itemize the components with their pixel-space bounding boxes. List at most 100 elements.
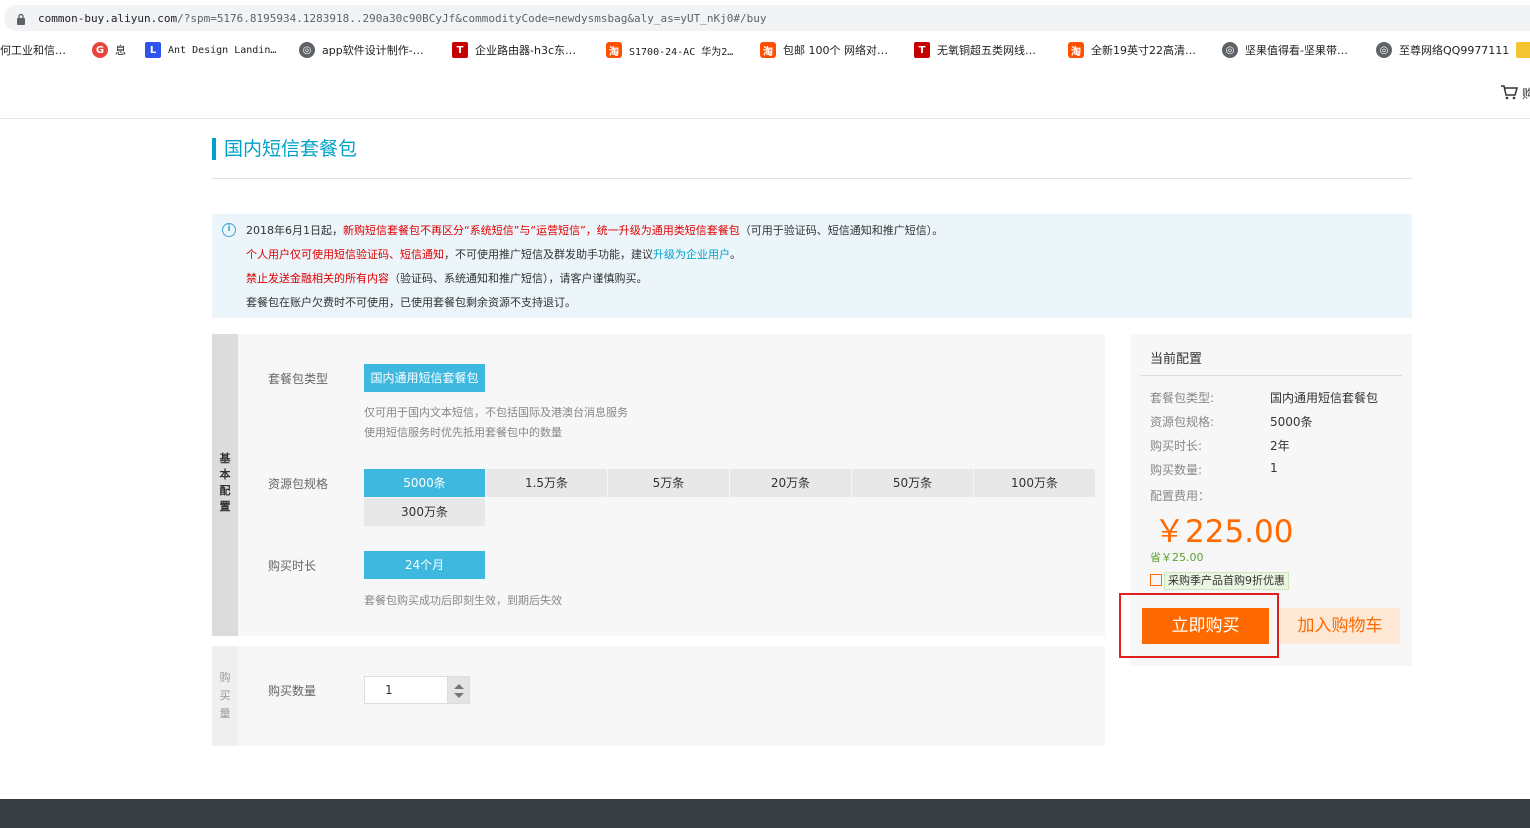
highlight-annotation (1119, 593, 1279, 658)
stepper-up-icon[interactable] (454, 684, 464, 689)
price-total: ￥225.00 (1154, 514, 1294, 550)
notice-highlight: 个人用户仅可使用短信验证码、短信通知 (246, 248, 444, 261)
stepper-down-icon[interactable] (454, 693, 464, 698)
bookmark-item[interactable]: ◎ app软件设计制作-… (299, 40, 424, 60)
spec-label: 资源包规格 (268, 477, 329, 491)
tmall-icon: T (452, 42, 468, 58)
folder-icon (1516, 42, 1530, 58)
summary-key: 购买时长: (1150, 439, 1203, 453)
bookmark-item[interactable]: ◎ 坚果值得看-坚果带… (1222, 40, 1348, 60)
spec-option-50k[interactable]: 5万条 (608, 469, 729, 497)
site-footer (0, 799, 1530, 828)
circle-g-icon: G (92, 42, 108, 58)
package-type-hint-1: 仅可用于国内文本短信，不包括国际及港澳台消息服务 (364, 406, 628, 419)
summary-title: 当前配置 (1150, 352, 1203, 367)
bookmark-item[interactable]: ◎ 至尊网络QQ9977111 (1376, 40, 1509, 60)
notice-line-2: 个人用户仅可使用短信验证码、短信通知，不可使用推广短信及群发助手功能，建议升级为… (246, 246, 741, 262)
url-path: /?spm=5176.8195934.1283918..290a30c90BCy… (177, 12, 767, 25)
bookmark-label: 至尊网络QQ9977111 (1399, 44, 1510, 57)
add-to-cart-button[interactable]: 加入购物车 (1280, 608, 1400, 644)
duration-option-24m[interactable]: 24个月 (364, 551, 485, 579)
spec-option-5000[interactable]: 5000条 (364, 469, 485, 497)
title-divider (212, 178, 1412, 179)
basic-config-tab: 基 本 配 置 (212, 334, 238, 636)
globe-icon: ◎ (1222, 42, 1238, 58)
summary-value: 2年 (1270, 439, 1290, 453)
url-host: common-buy.aliyun.com (38, 12, 178, 25)
cart-icon[interactable] (1500, 84, 1518, 100)
notice-text: （可用于验证码、短信通知和推广短信）。 (739, 224, 944, 237)
promo-badge: 采购季产品首购9折优惠 (1164, 572, 1289, 590)
bookmark-item[interactable]: G 息 (92, 40, 126, 60)
upgrade-enterprise-link[interactable]: 升级为企业用户 (653, 248, 730, 261)
spec-option-15k[interactable]: 1.5万条 (486, 469, 607, 497)
tab-char: 本 (219, 468, 231, 481)
bookmark-label: 包邮 100个 网络对… (783, 44, 888, 57)
summary-value: 国内通用短信套餐包 (1270, 391, 1379, 405)
basic-config-panel: 基 本 配 置 套餐包类型 国内通用短信套餐包 仅可用于国内文本短信，不包括国际… (212, 334, 1105, 636)
tab-char: 基 (219, 452, 231, 465)
notice-text: 。 (730, 248, 741, 261)
quantity-input[interactable]: 1 (364, 676, 448, 704)
bookmarks-bar: 何工业和信… G 息 L Ant Design Landin… ◎ app软件设… (0, 36, 1530, 64)
info-icon: i (222, 223, 236, 237)
summary-key: 购买数量: (1150, 463, 1203, 477)
bookmark-item[interactable]: 淘 包邮 100个 网络对… (760, 40, 888, 60)
bookmark-item[interactable]: 淘 S1700-24-AC 华为2… (606, 40, 733, 60)
cart-label[interactable]: 购 (1522, 85, 1530, 102)
package-type-option[interactable]: 国内通用短信套餐包 (364, 364, 485, 392)
lock-icon (17, 13, 25, 25)
quantity-label: 购买数量 (268, 684, 317, 698)
tab-char: 买 (219, 689, 231, 702)
bookmark-item[interactable]: T 企业路由器-h3c东… (452, 40, 576, 60)
quantity-panel: 购 买 量 购买数量 1 (212, 646, 1105, 746)
summary-value: 5000条 (1270, 415, 1313, 429)
tab-char: 配 (219, 484, 231, 497)
letter-l-icon: L (145, 42, 161, 58)
bookmark-label: 息 (115, 44, 126, 57)
notice-box: i 2018年6月1日起，新购短信套餐包不再区分“系统短信”与“运营短信”，统一… (212, 214, 1412, 318)
taobao-icon: 淘 (760, 42, 776, 58)
tmall-icon: T (914, 42, 930, 58)
address-bar: common-buy.aliyun.com/?spm=5176.8195934.… (0, 0, 1530, 36)
tab-char: 量 (219, 707, 231, 720)
bookmark-label: 全新19英寸22高清… (1091, 44, 1196, 57)
tab-char: 购 (219, 671, 231, 684)
tab-char: 置 (219, 500, 231, 513)
bookmark-item[interactable]: T 无氧铜超五类网线… (914, 40, 1036, 60)
quantity-tab: 购 买 量 (212, 646, 238, 746)
spec-option-500k[interactable]: 50万条 (852, 469, 973, 497)
bookmark-label: 无氧铜超五类网线… (937, 44, 1036, 57)
notice-line-1: 2018年6月1日起，新购短信套餐包不再区分“系统短信”与“运营短信”，统一升级… (246, 222, 943, 238)
bookmark-item[interactable]: L Ant Design Landin… (145, 40, 276, 60)
bookmark-label: 坚果值得看-坚果带… (1245, 44, 1348, 57)
globe-icon: ◎ (299, 42, 315, 58)
spec-option-3m[interactable]: 300万条 (364, 498, 485, 526)
bookmark-label: app软件设计制作-… (322, 44, 424, 57)
bookmark-folder[interactable] (1516, 40, 1530, 60)
gift-icon (1150, 574, 1162, 586)
notice-text: ，不可使用推广短信及群发助手功能，建议 (444, 248, 653, 261)
bookmark-label: Ant Design Landin… (168, 44, 277, 56)
package-type-label: 套餐包类型 (268, 372, 329, 386)
spec-option-200k[interactable]: 20万条 (730, 469, 851, 497)
bookmark-label: S1700-24-AC 华为2… (629, 46, 734, 58)
duration-label: 购买时长 (268, 559, 317, 573)
summary-key: 套餐包类型: (1150, 391, 1215, 405)
notice-line-4: 套餐包在账户欠费时不可使用，已使用套餐包剩余资源不支持退订。 (246, 296, 576, 309)
quantity-stepper[interactable] (448, 676, 470, 704)
duration-hint: 套餐包购买成功后即刻生效，到期后失效 (364, 594, 562, 607)
summary-key: 资源包规格: (1150, 415, 1215, 429)
notice-line-3: 禁止发送金融相关的所有内容（验证码、系统通知和推广短信），请客户谨慎购买。 (246, 270, 648, 286)
package-type-hint-2: 使用短信服务时优先抵用套餐包中的数量 (364, 426, 562, 439)
bookmark-label: 企业路由器-h3c东… (475, 44, 576, 57)
notice-highlight: 禁止发送金融相关的所有内容 (246, 272, 389, 285)
globe-icon: ◎ (1376, 42, 1392, 58)
site-header: 购 (0, 64, 1530, 119)
spec-option-1m[interactable]: 100万条 (974, 469, 1095, 497)
url-field[interactable]: common-buy.aliyun.com/?spm=5176.8195934.… (4, 5, 1530, 31)
bookmark-item[interactable]: 淘 全新19英寸22高清… (1068, 40, 1196, 60)
page-title: 国内短信套餐包 (212, 138, 357, 160)
savings-text: 省￥25.00 (1150, 551, 1204, 564)
bookmark-item[interactable]: 何工业和信… (0, 40, 66, 60)
